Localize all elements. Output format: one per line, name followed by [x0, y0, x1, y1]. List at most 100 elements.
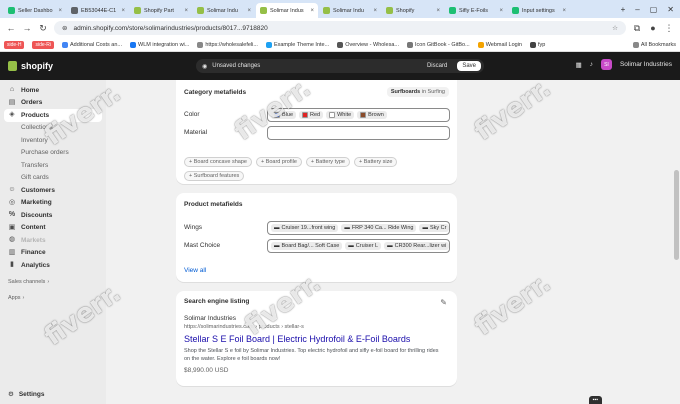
profile-icon[interactable]: ● [648, 23, 658, 33]
category-badge[interactable]: Surfboards in Surfing [386, 87, 449, 97]
color-chip[interactable]: Brown [357, 111, 387, 119]
page-scrollbar[interactable] [672, 80, 680, 404]
url-input[interactable]: ⊜ admin.shopify.com/store/solimarindustr… [54, 21, 626, 35]
menu-icon[interactable]: ⋮ [664, 23, 674, 34]
maximize-icon[interactable]: ▢ [650, 5, 658, 14]
add-metafield-pill[interactable]: + Board concave shape [184, 157, 252, 167]
browser-tab[interactable]: Solimar Indus × [256, 3, 318, 18]
bookmark-item[interactable]: Overview - Wholesa... [337, 41, 399, 48]
tab-close-icon[interactable]: × [436, 8, 440, 14]
product-reference-chip[interactable]: ▬ Cruiser L [345, 242, 382, 250]
browser-tab[interactable]: Shopify × [382, 3, 444, 18]
store-icon[interactable]: ▦ [576, 61, 582, 69]
sidebar-item-content[interactable]: ▣ Content [0, 222, 106, 235]
add-metafield-pills: + Board concave shape + Board profile + Ba… [184, 157, 450, 181]
back-icon[interactable]: ← [6, 23, 16, 33]
sidebar-item-finance[interactable]: ▥ Finance [0, 247, 106, 260]
sidebar-item-purchase-orders[interactable]: Purchase orders [0, 147, 106, 160]
browser-tab[interactable]: Input settings × [508, 3, 570, 18]
save-button[interactable]: Save [457, 61, 481, 71]
add-metafield-pill[interactable]: + Battery size [353, 157, 398, 167]
sales-channels-header[interactable]: Sales channels › [0, 276, 106, 288]
product-reference-chip[interactable]: ▬ CR300 Rear...lizer wi [384, 242, 449, 250]
add-metafield-pill[interactable]: + Board profile [255, 157, 302, 167]
sidebar-item-settings[interactable]: ⚙ Settings [0, 390, 44, 399]
new-tab-icon[interactable]: + [621, 5, 626, 14]
bookmark-item[interactable]: Additional Costs an... [62, 41, 122, 48]
avatar[interactable]: SI [600, 59, 612, 70]
floating-widget[interactable]: ▪▪▪ [588, 396, 602, 404]
browser-tab[interactable]: Solimar Indu × [319, 3, 381, 18]
chart-icon: ▮ [10, 261, 14, 269]
color-chip[interactable]: Red [299, 111, 324, 119]
wings-label: Wings [184, 224, 203, 231]
bookmark-item[interactable]: Example Theme Inte... [265, 41, 329, 48]
mast-choice-field[interactable]: ▬ Board Bag/... Soft Case ▬ Cruiser L ▬ CR300… [267, 239, 450, 253]
sidebar-item-home[interactable]: ⌂ Home [0, 84, 106, 97]
sidebar-item-products[interactable]: ◈ Products [4, 109, 102, 122]
sidebar-item-customers[interactable]: ☺ Customers [0, 184, 106, 197]
tab-close-icon[interactable]: × [562, 8, 566, 14]
bookmark-item[interactable]: Icon GitBook - GitBo... [406, 41, 470, 48]
tab-close-icon[interactable]: × [184, 8, 188, 14]
tab-close-icon[interactable]: × [247, 8, 251, 14]
forward-icon[interactable]: → [22, 23, 32, 33]
bookmark-item[interactable]: https://wholesalefeli... [197, 41, 258, 48]
wings-field[interactable]: ▬ Cruiser 19...front wing ▬ FRP 340 Ca... R… [267, 221, 450, 235]
sidebar-item-discounts[interactable]: % Discounts [0, 209, 106, 222]
add-metafield-pill[interactable]: + Surfboard features [184, 171, 245, 181]
bookmark-favicon-icon [130, 41, 136, 48]
bookmark-item[interactable]: side-H [4, 40, 25, 49]
sidebar-item-transfers[interactable]: Transfers [0, 159, 106, 172]
edit-pencil-icon[interactable]: ✎ [440, 298, 447, 307]
sidebar-item-markets[interactable]: ◍ Markets [0, 234, 106, 247]
sidebar-item-analytics[interactable]: ▮ Analytics [0, 259, 106, 272]
product-reference-chip[interactable]: ▬ Board Bag/... Soft Case [271, 242, 343, 250]
tab-close-icon[interactable]: × [121, 8, 125, 14]
bookmark-star-icon[interactable]: ☆ [612, 24, 618, 32]
bookmark-item[interactable]: fyp [529, 41, 545, 48]
tab-close-icon[interactable]: × [58, 8, 62, 14]
site-info-icon[interactable]: ⊜ [62, 24, 67, 32]
bookmark-item[interactable]: WLM integration wi... [130, 41, 189, 48]
view-all-link[interactable]: View all [184, 267, 206, 274]
bookmark-favicon-icon [337, 41, 344, 48]
bookmark-item[interactable]: All Bookmarks [632, 41, 676, 48]
add-metafield-pill[interactable]: + Battery type [305, 157, 350, 167]
bookmark-label: https://wholesalefeli... [205, 41, 258, 48]
browser-tab[interactable]: EB53044E-C1 × [67, 3, 129, 18]
browser-tab[interactable]: Seller Dashbo × [4, 3, 66, 18]
close-window-icon[interactable]: ✕ [667, 5, 674, 14]
color-field[interactable]: Blue Red White Brown [267, 108, 450, 122]
bookmark-item[interactable]: side-Ri [32, 40, 55, 49]
store-name[interactable]: Solimar Industries [620, 61, 672, 68]
browser-tab[interactable]: Sifly E-Foils × [445, 3, 507, 18]
product-reference-label: Sky Cr [429, 225, 447, 231]
sidebar-item-marketing[interactable]: ◎ Marketing [0, 197, 106, 210]
product-reference-chip[interactable]: ▬ FRP 340 Ca... Ride Wing [341, 224, 417, 232]
color-chip[interactable]: White [326, 111, 355, 119]
minimize-icon[interactable]: – [635, 5, 639, 14]
browser-tab[interactable]: Shopify Part × [130, 3, 192, 18]
sidebar-item-gift-cards[interactable]: Gift cards [0, 172, 106, 185]
material-field[interactable] [267, 126, 450, 140]
reload-icon[interactable]: ↻ [38, 23, 48, 34]
sidebar-item-inventory[interactable]: Inventory [0, 134, 106, 147]
product-reference-chip[interactable]: ▬ Sky Cr [419, 224, 449, 232]
tab-close-icon[interactable]: × [499, 8, 503, 14]
tab-close-icon[interactable]: × [373, 8, 377, 14]
sidebar-item-collections[interactable]: Collections [0, 122, 106, 135]
color-chip[interactable]: Blue [271, 111, 297, 119]
scrollbar-thumb[interactable] [674, 170, 679, 260]
shopify-logo[interactable]: shopify [8, 61, 53, 71]
bookmark-favicon-icon [632, 41, 639, 48]
bookmark-item[interactable]: Webmail Login [477, 41, 522, 48]
bell-icon[interactable]: ♪ [590, 61, 593, 68]
browser-tab[interactable]: Solimar Indu × [193, 3, 255, 18]
product-reference-chip[interactable]: ▬ Cruiser 19...front wing [271, 224, 339, 232]
extensions-icon[interactable]: ⧉ [632, 23, 642, 34]
sidebar-item-orders[interactable]: ▤ Orders [0, 97, 106, 110]
tab-close-icon[interactable]: × [310, 8, 314, 14]
apps-header[interactable]: Apps › [0, 292, 106, 304]
discard-button[interactable]: Discard [422, 61, 452, 71]
